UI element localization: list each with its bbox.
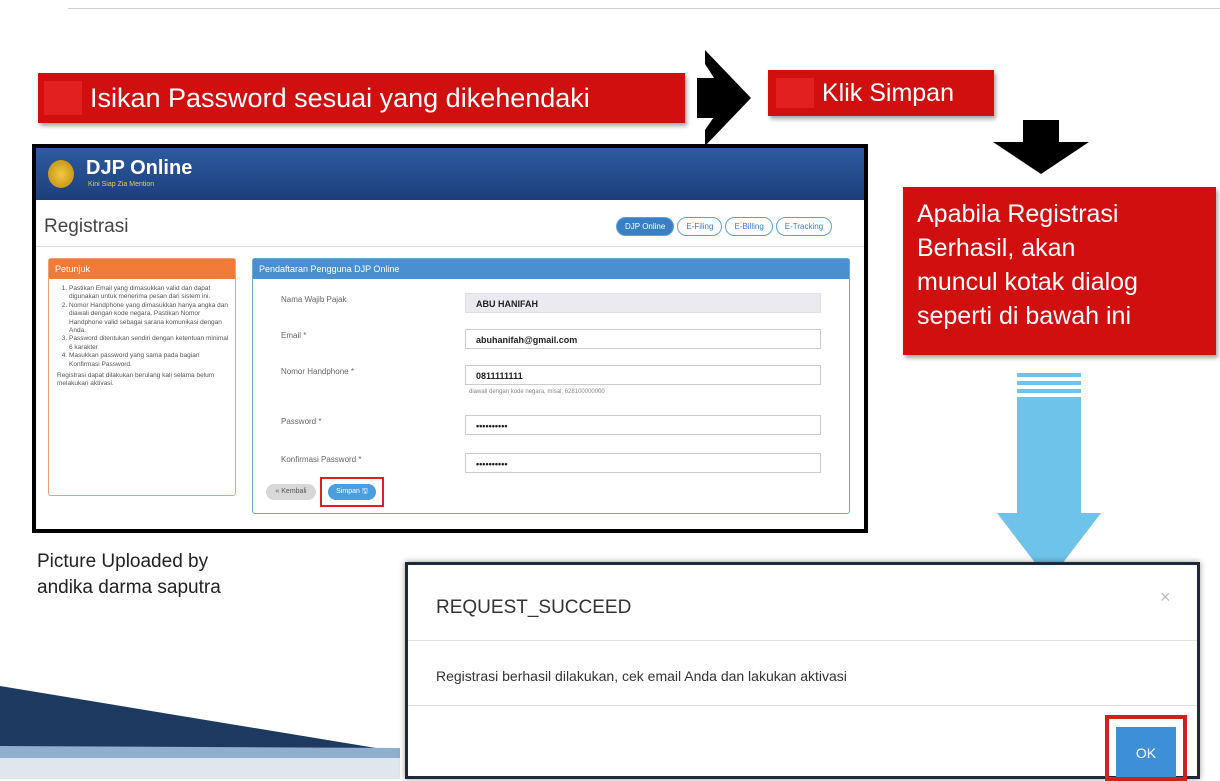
banner-klik-simpan: Klik Simpan xyxy=(768,70,994,116)
dialog-message: Registrasi berhasil dilakukan, cek email… xyxy=(436,668,847,684)
simpan-highlight-box xyxy=(320,477,384,507)
petunjuk-item: Masukkan password yang sama pada bagian … xyxy=(69,352,229,369)
banner-klik-text: Klik Simpan xyxy=(822,79,954,107)
ok-highlight-box xyxy=(1105,715,1187,781)
djp-header: DJP Online Kini Siap Zia Mention xyxy=(36,148,864,200)
petunjuk-panel: Petunjuk Pastikan Email yang dimasukkan … xyxy=(48,258,236,496)
djp-logo-icon xyxy=(48,160,74,188)
decorative-swoosh xyxy=(0,686,400,779)
djp-title: DJP Online xyxy=(86,157,193,179)
djp-registration-screenshot: DJP Online Kini Siap Zia Mention Registr… xyxy=(32,144,868,533)
banner-apabila-text: Apabila Registrasi Berhasil, akan muncul… xyxy=(917,200,1138,330)
tab-djp-online[interactable]: DJP Online xyxy=(616,217,675,236)
divider xyxy=(36,246,864,247)
petunjuk-item: Pastikan Email yang dimasukkan valid dan… xyxy=(69,285,229,302)
konfirmasi-password-field[interactable]: •••••••••• xyxy=(465,453,821,473)
page-title: Registrasi xyxy=(44,216,129,237)
banner-square xyxy=(776,78,814,108)
petunjuk-item: Password ditentukan sendiri dengan keten… xyxy=(69,335,229,352)
banner-isikan-password: Isikan Password sesuai yang dikehendaki xyxy=(38,73,685,123)
petunjuk-heading: Petunjuk xyxy=(55,264,91,274)
hp-field[interactable]: 0811111111 xyxy=(465,365,821,385)
down-arrow-icon xyxy=(993,120,1089,174)
password-label: Password * xyxy=(281,417,322,426)
blue-down-arrow-icon xyxy=(997,373,1101,581)
petunjuk-body: Pastikan Email yang dimasukkan valid dan… xyxy=(57,285,229,389)
banner-square xyxy=(44,81,82,115)
djp-subtitle: Kini Siap Zia Mention xyxy=(88,181,155,188)
top-rule xyxy=(68,8,1220,9)
petunjuk-item: Nomor Handphone yang dimasukkan hanya an… xyxy=(69,302,229,336)
kembali-button[interactable]: « Kembali xyxy=(266,484,316,500)
hp-label: Nomor Handphone * xyxy=(281,367,354,376)
petunjuk-header: Petunjuk xyxy=(49,259,235,279)
tab-e-tracking[interactable]: E-Tracking xyxy=(775,217,833,236)
right-arrow-icon xyxy=(697,50,751,146)
email-label: Email * xyxy=(281,331,307,340)
registration-form: Pendaftaran Pengguna DJP Online Nama Waj… xyxy=(252,258,850,514)
dialog-divider xyxy=(408,705,1197,706)
tab-e-billing[interactable]: E-Billing xyxy=(725,217,773,236)
request-succeed-dialog: REQUEST_SUCCEED × Registrasi berhasil di… xyxy=(405,562,1200,781)
step-tabs: DJP Online E-Filing E-Billing E-Tracking xyxy=(616,216,835,238)
hp-hint: diawali dengan kode negara, misal: 62810… xyxy=(469,389,605,395)
nama-label: Nama Wajib Pajak xyxy=(281,295,347,304)
upload-caption: Picture Uploaded by andika darma saputra xyxy=(37,551,221,598)
close-icon[interactable]: × xyxy=(1160,587,1171,608)
petunjuk-note: Registrasi dapat dilakukan berulang kali… xyxy=(57,372,215,388)
dialog-divider xyxy=(408,640,1197,641)
banner-apabila: Apabila Registrasi Berhasil, akan muncul… xyxy=(903,187,1216,355)
konfirmasi-label: Konfirmasi Password * xyxy=(281,455,362,464)
form-header: Pendaftaran Pengguna DJP Online xyxy=(253,259,849,279)
form-heading: Pendaftaran Pengguna DJP Online xyxy=(259,264,400,274)
email-field[interactable]: abuhanifah@gmail.com xyxy=(465,329,821,349)
banner-isikan-text: Isikan Password sesuai yang dikehendaki xyxy=(90,83,590,113)
dialog-title: REQUEST_SUCCEED xyxy=(436,597,632,618)
password-field[interactable]: •••••••••• xyxy=(465,415,821,435)
tab-e-filing[interactable]: E-Filing xyxy=(677,217,723,236)
nama-field: ABU HANIFAH xyxy=(465,293,821,313)
